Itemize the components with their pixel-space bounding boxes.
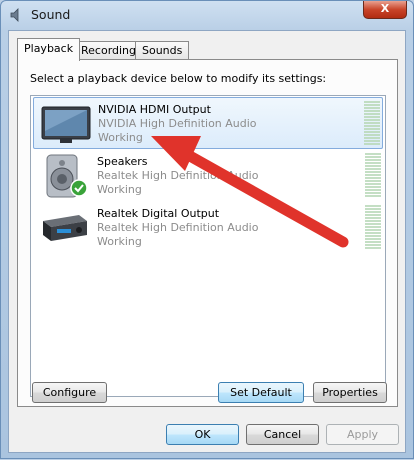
device-row-digital[interactable]: Realtek Digital Output Realtek High Defi… xyxy=(33,202,383,254)
title-bar[interactable]: Sound X xyxy=(1,1,413,29)
close-button[interactable]: X xyxy=(363,1,407,19)
tab-recording[interactable]: Recording xyxy=(74,41,144,60)
volume-meter xyxy=(365,153,381,198)
device-row-hdmi[interactable]: NVIDIA HDMI Output NVIDIA High Definitio… xyxy=(33,97,383,149)
tab-playback[interactable]: Playback xyxy=(17,38,81,61)
speaker-icon xyxy=(46,154,88,198)
properties-button[interactable]: Properties xyxy=(313,382,387,403)
tab-sounds[interactable]: Sounds xyxy=(135,41,190,60)
instruction-text: Select a playback device below to modify… xyxy=(30,72,327,85)
monitor-icon xyxy=(41,106,91,143)
window-title: Sound xyxy=(31,7,71,22)
dialog-client: Playback Recording Sounds Select a playb… xyxy=(8,30,406,453)
ok-button[interactable]: OK xyxy=(166,424,239,445)
device-row-speakers[interactable]: Speakers Realtek High Definition Audio W… xyxy=(33,150,383,202)
device-list[interactable]: NVIDIA HDMI Output NVIDIA High Definitio… xyxy=(30,95,386,397)
volume-meter xyxy=(364,101,380,146)
playback-panel: Select a playback device below to modify… xyxy=(17,59,398,407)
device-name: NVIDIA HDMI Output xyxy=(98,103,211,116)
device-name: Speakers xyxy=(97,155,148,168)
set-default-button[interactable]: Set Default xyxy=(218,382,304,403)
configure-button[interactable]: Configure xyxy=(32,382,107,403)
device-status: Working xyxy=(97,235,142,248)
apply-button: Apply xyxy=(326,424,399,445)
default-check-icon xyxy=(70,179,88,197)
device-description: Realtek High Definition Audio xyxy=(97,221,259,234)
device-status: Working xyxy=(98,131,143,144)
device-status: Working xyxy=(97,183,142,196)
device-description: Realtek High Definition Audio xyxy=(97,169,259,182)
volume-meter xyxy=(365,205,381,250)
speaker-small-icon xyxy=(10,8,19,22)
cancel-button[interactable]: Cancel xyxy=(246,424,319,445)
sound-dialog: Sound X Playback Recording Sounds Select… xyxy=(0,0,414,459)
digital-output-icon xyxy=(43,215,87,241)
device-description: NVIDIA High Definition Audio xyxy=(98,117,257,130)
device-name: Realtek Digital Output xyxy=(97,207,220,220)
